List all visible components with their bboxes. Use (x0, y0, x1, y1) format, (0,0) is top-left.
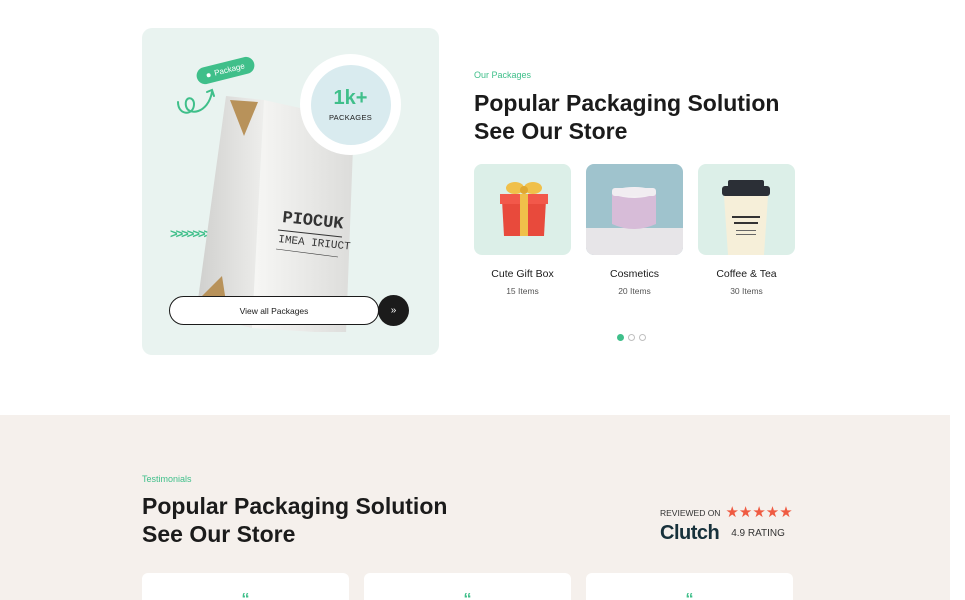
badge-number: 1k+ (333, 86, 368, 109)
gift-box-image (474, 164, 571, 255)
package-tag-label: Package (213, 61, 246, 78)
product-card-coffee-tea[interactable]: Coffee & Tea 30 Items (698, 164, 795, 296)
carousel-dots (617, 334, 646, 341)
clutch-review-badge[interactable]: REVIEWED ON ★★★★★ Clutch 4.9 RATING (660, 505, 793, 545)
product-card-gift-box[interactable]: Cute Gift Box 15 Items (474, 164, 571, 296)
view-all-arrow-button[interactable]: » (378, 295, 409, 326)
product-count: 20 Items (618, 286, 651, 296)
testimonials-title: Popular Packaging Solution See Our Store (142, 492, 447, 548)
carousel-dot-3[interactable] (639, 334, 646, 341)
our-packages-eyebrow: Our Packages (474, 70, 532, 80)
testimonial-card: “ (142, 573, 349, 600)
popular-title-line2: See Our Store (474, 118, 628, 144)
quote-icon: “ (241, 591, 250, 600)
cosmetics-image (586, 164, 683, 255)
product-name: Cosmetics (609, 268, 659, 280)
view-all-packages-button[interactable]: View all Packages (169, 296, 379, 325)
clutch-logo: Clutch (660, 522, 720, 544)
popular-title-line1: Popular Packaging Solution (474, 90, 780, 116)
product-name: Coffee & Tea (716, 268, 777, 280)
carousel-dot-2[interactable] (628, 334, 635, 341)
coffee-cup-image (698, 164, 795, 255)
reviewed-on-label: REVIEWED ON (660, 507, 721, 518)
quote-icon: “ (685, 591, 694, 600)
product-count: 15 Items (506, 286, 539, 296)
testimonials-eyebrow: Testimonials (142, 474, 192, 484)
testimonial-card: “ (364, 573, 571, 600)
testimonial-card: “ (586, 573, 793, 600)
packages-count-badge: 1k+ PACKAGES (300, 54, 401, 155)
testimonials-title-line2: See Our Store (142, 521, 296, 547)
rating-text: 4.9 RATING (731, 528, 785, 539)
rating-stars-icon: ★★★★★ (725, 504, 793, 521)
product-count: 30 Items (730, 286, 763, 296)
page: Package >>>>>>> PIOCUK IMEA IRIUCT 1k+ P… (0, 0, 965, 600)
product-name: Cute Gift Box (491, 268, 554, 280)
testimonials-title-line1: Popular Packaging Solution (142, 493, 448, 519)
popular-title: Popular Packaging Solution See Our Store (474, 89, 779, 145)
product-card-cosmetics[interactable]: Cosmetics 20 Items (586, 164, 683, 296)
carousel-dot-1[interactable] (617, 334, 624, 341)
quote-icon: “ (463, 591, 472, 600)
badge-label: PACKAGES (328, 112, 373, 122)
product-carousel: Cute Gift Box 15 Items Cosmetics 20 Item… (474, 164, 795, 296)
